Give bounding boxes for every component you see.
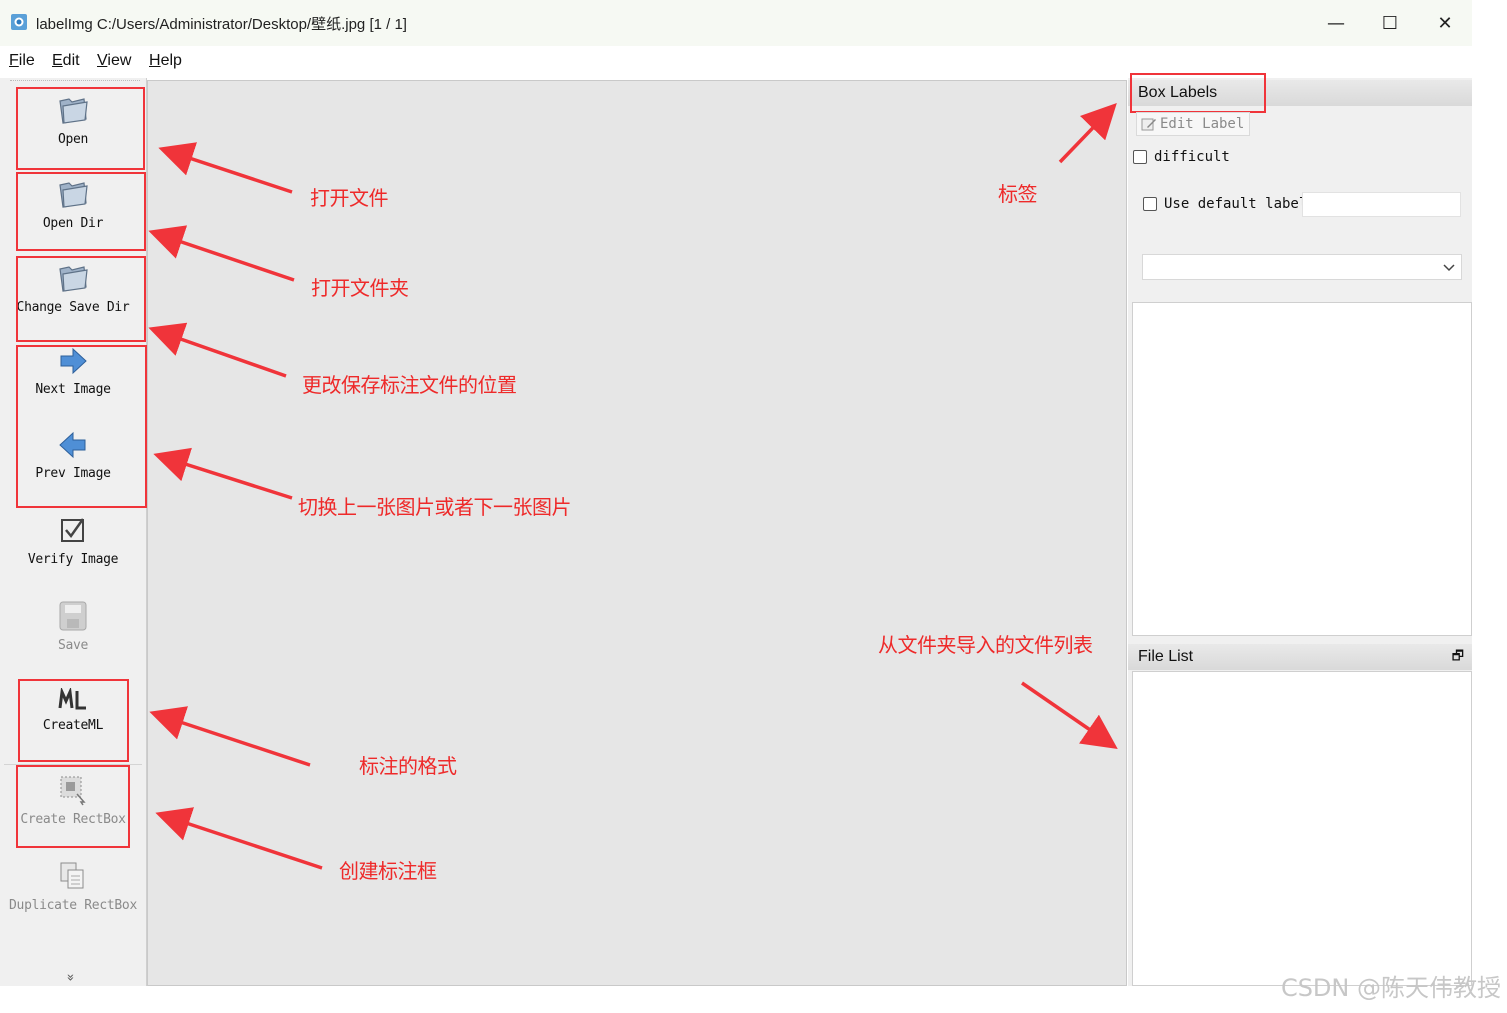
- arrow-label: [1058, 102, 1117, 164]
- arrow-file-list: [1021, 681, 1118, 749]
- annotation-label: 标签: [998, 182, 1038, 206]
- arrow-open-dir: [148, 225, 295, 282]
- annotation-switch-image: 切换上一张图片或者下一张图片: [298, 495, 572, 519]
- arrow-switch-image: [153, 447, 293, 500]
- arrow-create-box: [155, 807, 323, 870]
- annotation-file-list: 从文件夹导入的文件列表: [878, 633, 1093, 657]
- annotation-open-file: 打开文件: [310, 186, 389, 210]
- annotation-open-folder: 打开文件夹: [311, 276, 409, 300]
- annotation-create-box: 创建标注框: [339, 859, 437, 883]
- arrow-open: [158, 142, 293, 194]
- arrow-change-save: [148, 322, 287, 378]
- annotation-format: 标注的格式: [359, 754, 457, 778]
- annotation-arrows: [148, 102, 1118, 870]
- watermark: CSDN @陈天伟教授: [1280, 974, 1501, 1002]
- arrow-format: [149, 706, 311, 767]
- annotation-change-save: 更改保存标注文件的位置: [302, 373, 517, 397]
